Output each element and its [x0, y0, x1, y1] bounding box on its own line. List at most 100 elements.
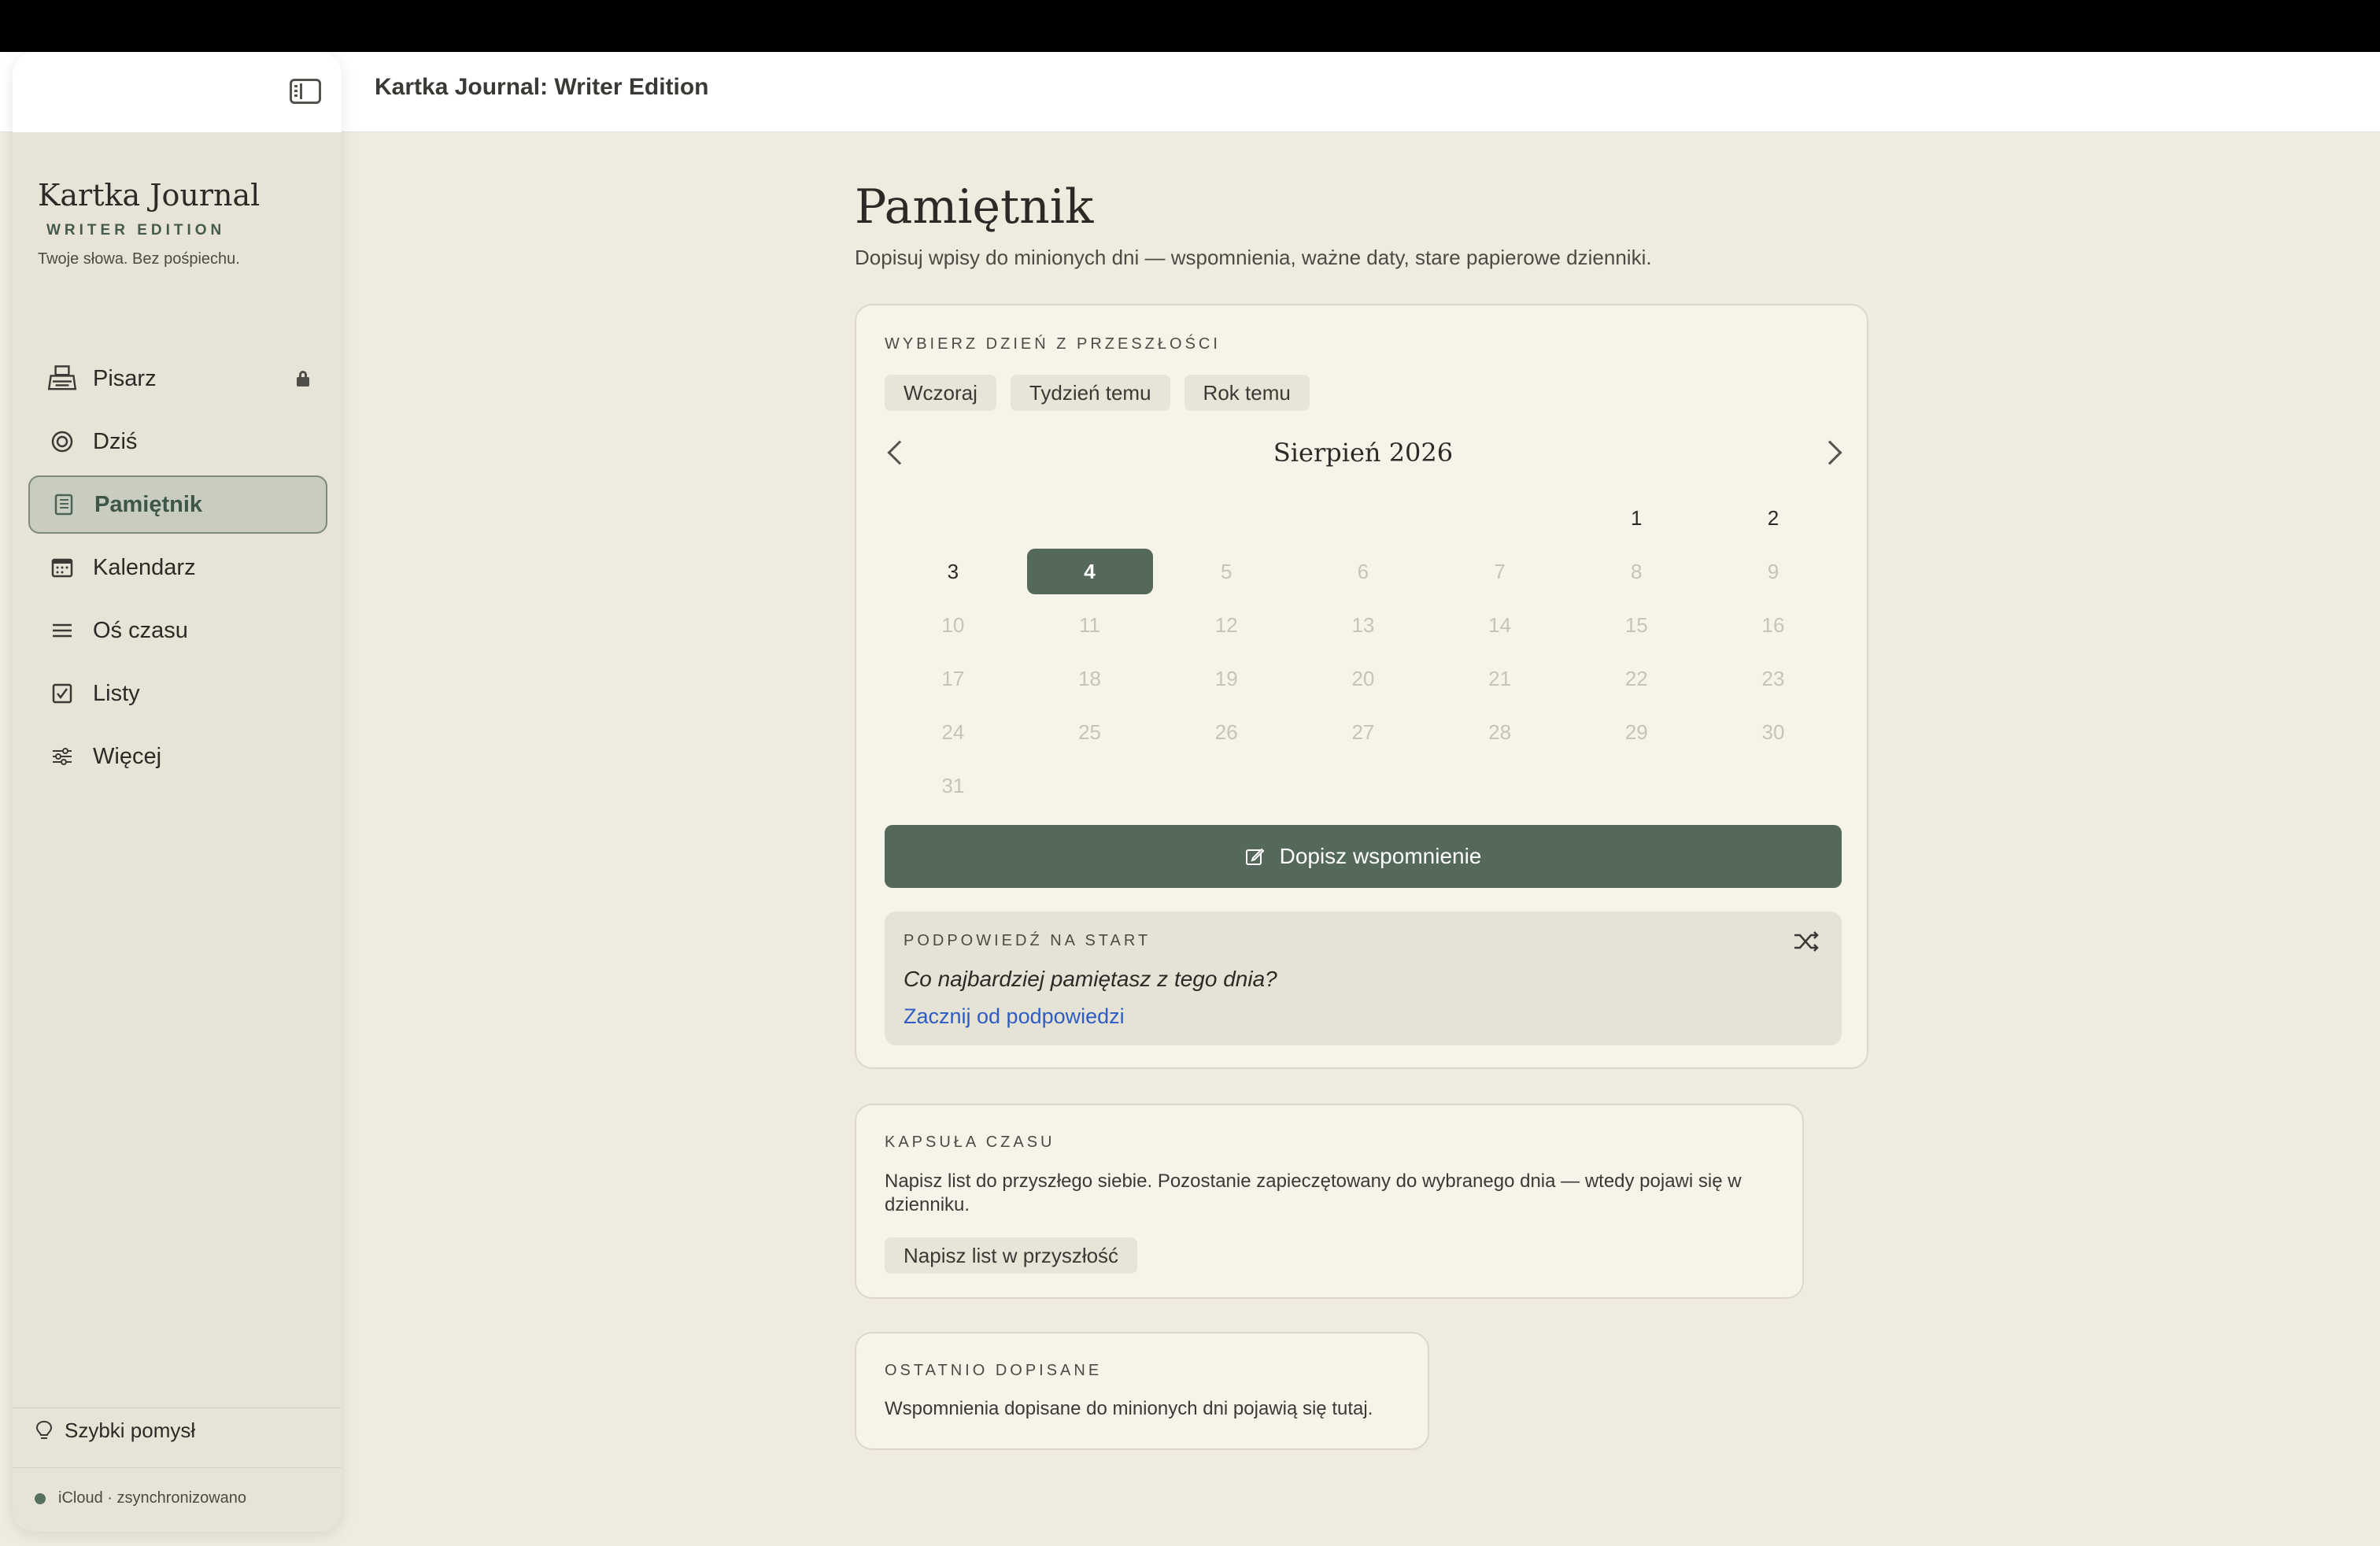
- sidebar-item-label: Dziś: [93, 428, 138, 454]
- calendar-day-number: 17: [941, 666, 965, 690]
- sidebar-item-kalendarz[interactable]: Kalendarz: [28, 538, 327, 597]
- calendar-day: 26: [1158, 705, 1295, 759]
- calendar-day: 8: [1568, 545, 1705, 598]
- calendar-day-number: 4: [1026, 549, 1153, 594]
- page-description: Dopisuj wpisy do minionych dni — wspomni…: [855, 246, 1652, 269]
- past-day-card: WYBIERZ DZIEŃ Z PRZESZŁOŚCI Wczoraj Tydz…: [855, 304, 1868, 1069]
- calendar-day: 24: [885, 705, 1022, 759]
- calendar-day[interactable]: 1: [1568, 491, 1705, 545]
- calendar-month: Sierpień 2026: [1273, 438, 1454, 468]
- calendar-day-number: 26: [1214, 719, 1238, 744]
- calendar-day: 20: [1295, 652, 1432, 705]
- calendar-day: 18: [1022, 652, 1159, 705]
- sync-status: iCloud · zsynchronizowano: [35, 1489, 246, 1507]
- calendar-day-number: 12: [1214, 612, 1238, 637]
- sliders-icon: [53, 748, 72, 765]
- hint-label: PODPOWIEDŹ NA START: [904, 932, 1151, 949]
- brand-subtitle: WRITER EDITION: [46, 222, 226, 239]
- title-bar: Kartka Journal: Writer Edition: [0, 52, 2380, 132]
- calendar-day: 13: [1295, 598, 1432, 652]
- calendar-day[interactable]: 3: [885, 545, 1022, 598]
- quick-idea-button[interactable]: Szybki pomysł: [35, 1418, 195, 1443]
- calendar-day-number: 7: [1494, 559, 1506, 583]
- sidebar-item-dzis[interactable]: Dziś: [28, 412, 327, 471]
- calendar-day-number: 23: [1761, 666, 1785, 690]
- calendar-day-number: 30: [1761, 719, 1785, 744]
- time-capsule-card: KAPSUŁA CZASU Napisz list do przyszłego …: [855, 1104, 1804, 1299]
- sidebar-item-os-czasu[interactable]: Oś czasu: [28, 601, 327, 660]
- calendar-day-number: 16: [1761, 612, 1785, 637]
- calendar-day-selected[interactable]: 4: [1022, 545, 1159, 598]
- calendar-day-number: 15: [1624, 612, 1648, 637]
- sidebar: Kartka Journal WRITER EDITION Twoje słow…: [13, 52, 342, 1532]
- calendar-day-number: 19: [1214, 666, 1238, 690]
- calendar-day[interactable]: 2: [1705, 491, 1842, 545]
- calendar-day: 6: [1295, 545, 1432, 598]
- window-title: Kartka Journal: Writer Edition: [375, 74, 709, 100]
- calendar-empty-cell: [1568, 759, 1705, 812]
- calendar-day: 17: [885, 652, 1022, 705]
- calendar-day-number: 20: [1351, 666, 1375, 690]
- calendar-week-row: 3 4 5 6 7 8 9: [885, 545, 1842, 598]
- calendar-week-row: 24 25 26 27 28 29 30: [885, 705, 1842, 759]
- notebook-icon: [54, 494, 73, 516]
- hint-box: PODPOWIEDŹ NA START Co najbardziej pamię…: [885, 912, 1842, 1045]
- calendar-day: 5: [1158, 545, 1295, 598]
- calendar-day: 27: [1295, 705, 1432, 759]
- sidebar-item-pisarz[interactable]: Pisarz: [28, 350, 327, 408]
- sidebar-item-pamietnik[interactable]: Pamiętnik: [28, 475, 327, 534]
- target-icon: [51, 431, 73, 453]
- sidebar-item-label: Listy: [93, 680, 140, 706]
- sidebar-toggle-button[interactable]: [290, 79, 321, 104]
- calendar-empty-cell: [1432, 491, 1569, 545]
- calendar-day-number: 27: [1351, 719, 1375, 744]
- start-from-hint-link[interactable]: Zacznij od podpowiedzi: [904, 1004, 1125, 1029]
- write-future-letter-button[interactable]: Napisz list w przyszłość: [885, 1237, 1138, 1274]
- add-memory-button[interactable]: Dopisz wspomnienie: [885, 825, 1842, 888]
- calendar-empty-cell: [1295, 491, 1432, 545]
- sidebar-item-listy[interactable]: Listy: [28, 664, 327, 723]
- calendar-day-number: 3: [947, 559, 959, 583]
- calendar-empty-cell: [1022, 491, 1159, 545]
- lock-icon: [296, 371, 310, 386]
- lines-icon: [53, 623, 72, 638]
- calendar-empty-cell: [1705, 759, 1842, 812]
- sidebar-item-label: Pisarz: [93, 365, 157, 391]
- calendar-day-number: 9: [1767, 559, 1779, 583]
- calendar-day-number: 21: [1488, 666, 1512, 690]
- calendar-day-number: 31: [941, 773, 965, 797]
- calendar-day-number: 13: [1351, 612, 1375, 637]
- calendar-week-row: 10 11 12 13 14 15 16: [885, 598, 1842, 652]
- calendar-icon: [51, 558, 73, 578]
- quick-idea-label: Szybki pomysł: [65, 1418, 196, 1442]
- calendar-day: 31: [885, 759, 1022, 812]
- calendar-day: 14: [1432, 598, 1569, 652]
- chip-tydzien-temu[interactable]: Tydzień temu: [1010, 375, 1170, 411]
- sidebar-nav: Pisarz Dziś Pamiętnik Kalendarz Oś czasu…: [28, 350, 327, 790]
- calendar-day: 9: [1705, 545, 1842, 598]
- calendar-day: 12: [1158, 598, 1295, 652]
- calendar-empty-cell: [1158, 759, 1295, 812]
- calendar-day: 25: [1022, 705, 1159, 759]
- calendar-day: 29: [1568, 705, 1705, 759]
- chip-rok-temu[interactable]: Rok temu: [1184, 375, 1310, 411]
- calendar-day-number: 18: [1078, 666, 1101, 690]
- hint-question: Co najbardziej pamiętasz z tego dnia?: [904, 967, 1277, 991]
- chip-wczoraj[interactable]: Wczoraj: [885, 375, 996, 411]
- shuffle-icon[interactable]: [1793, 930, 1820, 952]
- quick-date-chips: Wczoraj Tydzień temu Rok temu: [885, 375, 1324, 411]
- past-day-label: WYBIERZ DZIEŃ Z PRZESZŁOŚCI: [885, 335, 1221, 353]
- calendar-day: 21: [1432, 652, 1569, 705]
- sidebar-item-label: Oś czasu: [93, 617, 188, 643]
- calendar-day: 28: [1432, 705, 1569, 759]
- sidebar-item-label: Więcej: [93, 743, 162, 769]
- sync-status-label: iCloud · zsynchronizowano: [58, 1489, 247, 1507]
- calendar-day-number: 8: [1631, 559, 1643, 583]
- sidebar-item-wiecej[interactable]: Więcej: [28, 727, 327, 786]
- calendar-week-row: 31: [885, 759, 1842, 812]
- edit-icon: [1245, 848, 1265, 865]
- sync-dot-icon: [35, 1492, 46, 1504]
- checkbox-icon: [52, 683, 72, 704]
- calendar-day: 22: [1568, 652, 1705, 705]
- calendar-empty-cell: [1022, 759, 1159, 812]
